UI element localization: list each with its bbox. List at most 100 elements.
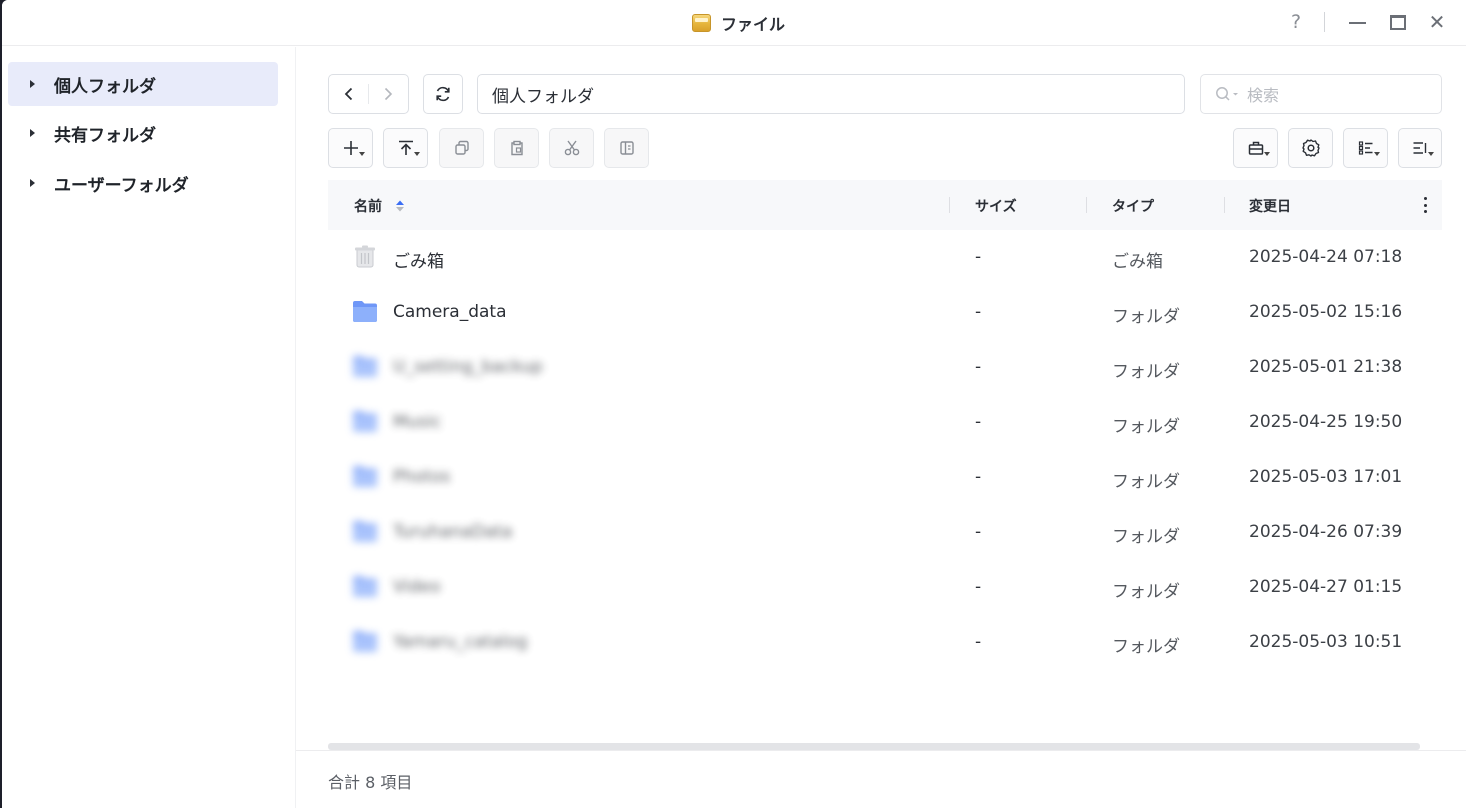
view-mode-button[interactable] xyxy=(1343,128,1388,168)
move-icon xyxy=(619,141,634,155)
help-button[interactable]: ? xyxy=(1286,10,1306,34)
column-resize-handle[interactable] xyxy=(1086,197,1087,213)
table-row[interactable]: Photos - フォルダ 2025-05-03 17:01 xyxy=(328,450,1442,505)
search-placeholder: 検索 xyxy=(1247,86,1280,105)
file-modified: 2025-05-02 15:16 xyxy=(1249,302,1403,322)
file-modified: 2025-04-27 01:15 xyxy=(1249,577,1403,597)
column-header-modified[interactable]: 変更日 xyxy=(1249,196,1291,216)
column-header-size[interactable]: サイズ xyxy=(975,196,1017,216)
gear-icon xyxy=(1301,139,1320,157)
dropdown-caret-icon xyxy=(1264,152,1270,156)
chevron-left-icon xyxy=(344,87,352,101)
item-count: 合計 8 項目 xyxy=(328,773,413,792)
file-app-icon xyxy=(692,14,711,32)
title-divider xyxy=(1324,12,1325,32)
sidebar-item-label: ユーザーフォルダ xyxy=(54,175,189,196)
sidebar-item-personal-folder[interactable]: 個人フォルダ xyxy=(8,62,278,106)
file-type: フォルダ xyxy=(1112,527,1180,547)
table-row[interactable]: ごみ箱 - ごみ箱 2025-04-24 07:18 xyxy=(328,230,1442,285)
folder-icon xyxy=(353,356,377,377)
plus-icon xyxy=(343,141,358,155)
table-row[interactable]: Video - フォルダ 2025-04-27 01:15 xyxy=(328,560,1442,615)
copy-button[interactable] xyxy=(439,128,484,168)
history-nav-group xyxy=(328,74,409,114)
settings-button[interactable] xyxy=(1288,128,1333,168)
maximize-button[interactable] xyxy=(1387,10,1409,34)
folder-icon xyxy=(353,301,377,322)
column-header-name[interactable]: 名前 xyxy=(354,196,405,216)
horizontal-scrollbar[interactable] xyxy=(328,743,1420,750)
sidebar-item-label: 共有フォルダ xyxy=(54,125,156,146)
sort-menu-button[interactable] xyxy=(1398,128,1442,168)
dropdown-caret-icon xyxy=(414,152,420,156)
cut-button[interactable] xyxy=(549,128,594,168)
expand-arrow-icon[interactable] xyxy=(30,80,35,88)
table-header: 名前 サイズ タイプ 変更日 xyxy=(328,180,1442,230)
sidebar-item-shared-folder[interactable]: 共有フォルダ xyxy=(8,111,278,155)
title-bar: ファイル ? ✕ xyxy=(2,0,1466,46)
sidebar-item-user-folder[interactable]: ユーザーフォルダ xyxy=(8,161,278,205)
table-row[interactable]: Camera_data - フォルダ 2025-05-02 15:16 xyxy=(328,285,1442,340)
trash-icon xyxy=(355,245,375,268)
dropdown-caret-icon xyxy=(1428,152,1434,156)
file-modified: 2025-04-24 07:18 xyxy=(1249,247,1403,267)
file-modified: 2025-05-01 21:38 xyxy=(1249,357,1403,377)
dropdown-caret-icon xyxy=(1374,152,1380,156)
file-name: Music xyxy=(393,412,442,432)
expand-arrow-icon[interactable] xyxy=(30,129,35,137)
footer-divider xyxy=(296,750,1466,751)
chevron-right-icon xyxy=(385,87,393,101)
dropdown-caret-icon xyxy=(359,152,365,156)
upload-icon xyxy=(398,140,413,155)
column-options-icon[interactable] xyxy=(1422,194,1428,216)
new-button[interactable] xyxy=(328,128,373,168)
minimize-button[interactable] xyxy=(1346,10,1368,34)
file-name: U_setting_backup xyxy=(393,357,543,377)
table-row[interactable]: U_setting_backup - フォルダ 2025-05-01 21:38 xyxy=(328,340,1442,395)
expand-arrow-icon[interactable] xyxy=(30,179,35,187)
table-row[interactable]: TuruhanaData - フォルダ 2025-04-26 07:39 xyxy=(328,505,1442,560)
file-name: Photos xyxy=(393,467,451,487)
file-type: フォルダ xyxy=(1112,582,1180,602)
file-modified: 2025-05-03 10:51 xyxy=(1249,632,1403,652)
file-size: - xyxy=(975,247,982,267)
file-type: フォルダ xyxy=(1112,417,1180,437)
file-size: - xyxy=(975,412,982,432)
column-header-name-label: 名前 xyxy=(354,199,382,215)
close-button[interactable]: ✕ xyxy=(1426,10,1448,34)
column-resize-handle[interactable] xyxy=(949,197,950,213)
sort-lines-icon xyxy=(1413,142,1427,154)
refresh-icon xyxy=(436,86,450,102)
move-button[interactable] xyxy=(604,128,649,168)
file-size: - xyxy=(975,632,982,652)
sidebar-item-label: 個人フォルダ xyxy=(54,76,156,97)
list-view-icon xyxy=(1358,141,1372,155)
file-table: 名前 サイズ タイプ 変更日 ごみ箱 - ごみ箱 2025-04-24 07:1… xyxy=(328,180,1442,670)
file-name: ごみ箱 xyxy=(393,252,444,272)
folder-icon xyxy=(353,466,377,487)
paste-button[interactable] xyxy=(494,128,539,168)
refresh-button[interactable] xyxy=(423,74,463,114)
file-size: - xyxy=(975,357,982,377)
path-bar[interactable]: 個人フォルダ xyxy=(477,74,1185,114)
file-size: - xyxy=(975,302,982,322)
back-button[interactable] xyxy=(329,75,368,113)
file-size: - xyxy=(975,467,982,487)
toolbox-button[interactable] xyxy=(1233,128,1278,168)
file-manager-window: ファイル ? ✕ 個人フォルダ 共有フォルダ ユーザーフォルダ 個人フォルダ 検… xyxy=(2,0,1466,808)
minimize-icon xyxy=(1348,22,1366,24)
file-name: Yamaru_catalog xyxy=(393,632,528,652)
cut-icon xyxy=(564,140,579,156)
table-row[interactable]: Music - フォルダ 2025-04-25 19:50 xyxy=(328,395,1442,450)
table-row[interactable]: Yamaru_catalog - フォルダ 2025-05-03 10:51 xyxy=(328,615,1442,670)
toolbox-icon xyxy=(1248,141,1263,155)
upload-button[interactable] xyxy=(383,128,428,168)
file-type: フォルダ xyxy=(1112,472,1180,492)
column-resize-handle[interactable] xyxy=(1224,197,1225,213)
forward-button[interactable] xyxy=(369,75,408,113)
window-title: ファイル xyxy=(721,15,786,34)
folder-icon xyxy=(353,631,377,652)
file-type: ごみ箱 xyxy=(1112,252,1163,272)
column-header-type[interactable]: タイプ xyxy=(1112,196,1154,216)
search-input[interactable]: 検索 xyxy=(1200,74,1442,114)
